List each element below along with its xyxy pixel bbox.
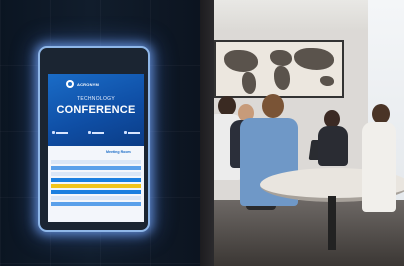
clock-icon — [88, 131, 91, 134]
schedule-panel: Meeting Room — [48, 146, 144, 222]
time-text-bar — [92, 131, 104, 134]
person-head — [262, 94, 284, 118]
map-landmass — [270, 50, 292, 66]
event-banner: ACRONYM TECHNOLOGY CONFERENCE — [48, 74, 144, 146]
event-subtitle: TECHNOLOGY — [76, 96, 115, 102]
location-icon — [124, 131, 127, 134]
person-body — [362, 122, 396, 212]
room-booking-display: ACRONYM TECHNOLOGY CONFERENCE Meeting Ro… — [38, 46, 150, 232]
display-screen: ACRONYM TECHNOLOGY CONFERENCE Meeting Ro… — [48, 74, 144, 222]
time-info — [88, 131, 104, 134]
map-landmass — [274, 66, 290, 90]
photo-scene: ACRONYM TECHNOLOGY CONFERENCE Meeting Ro… — [0, 0, 404, 266]
schedule-row — [51, 202, 141, 206]
person-head — [372, 104, 390, 124]
person-body — [318, 126, 348, 166]
schedule-row — [51, 172, 141, 176]
world-map-artwork — [214, 40, 344, 98]
logo-icon — [66, 80, 74, 88]
schedule-row — [51, 166, 141, 170]
schedule-row — [51, 196, 141, 200]
date-info — [52, 131, 68, 134]
map-landmass — [224, 50, 258, 72]
schedule-row-highlighted — [51, 184, 141, 188]
brand-logo: ACRONYM — [66, 80, 99, 88]
meeting-room-photo — [200, 0, 404, 266]
schedule-row — [51, 178, 141, 182]
table-leg — [328, 196, 336, 250]
map-landmass — [294, 48, 334, 70]
map-landmass — [320, 76, 334, 86]
location-info — [124, 131, 140, 134]
calendar-icon — [52, 131, 55, 134]
location-text-bar — [128, 131, 140, 134]
schedule-heading: Meeting Room — [106, 150, 131, 154]
room-divider — [200, 0, 214, 266]
brand-name: ACRONYM — [77, 81, 100, 87]
date-text-bar — [56, 131, 68, 134]
person-head — [218, 96, 236, 116]
map-landmass — [242, 72, 256, 94]
event-title: CONFERENCE — [56, 104, 136, 116]
event-info-row — [52, 131, 140, 134]
schedule-row — [51, 160, 141, 164]
dark-wall: ACRONYM TECHNOLOGY CONFERENCE Meeting Ro… — [0, 0, 200, 266]
schedule-row — [51, 190, 141, 194]
